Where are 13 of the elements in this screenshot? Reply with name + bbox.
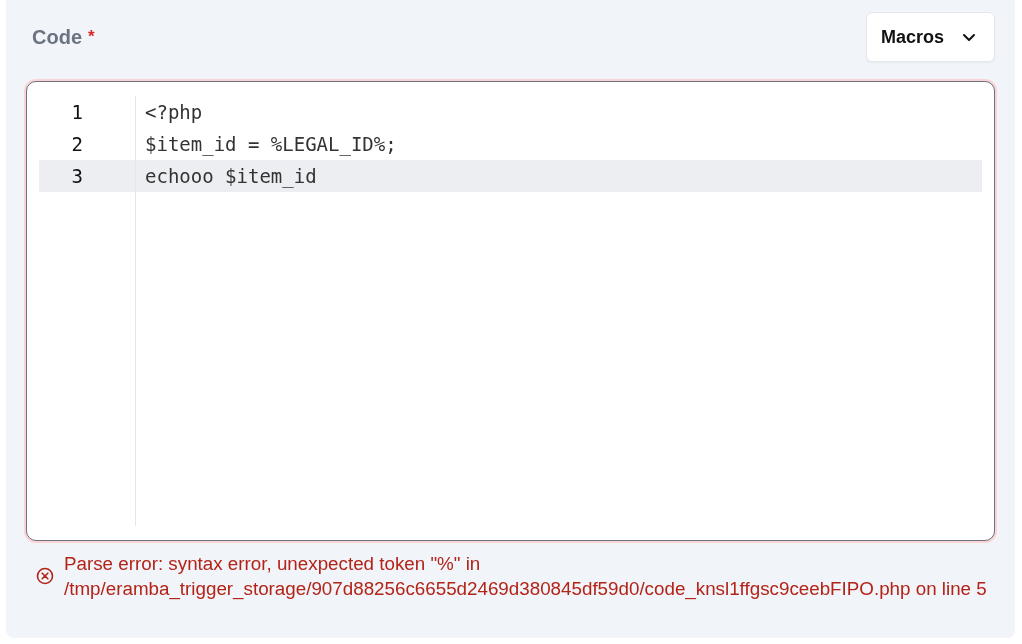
code-editor[interactable]: 1 <?php 2 $item_id = %LEGAL_ID%; 3 echooo $item_id [26,81,995,541]
field-label: Code [32,25,82,49]
error-icon [36,567,54,585]
line-number: 1 [70,101,83,123]
macros-dropdown[interactable]: Macros [865,12,995,62]
code-text: <?php [145,101,203,123]
line-number: 2 [70,133,83,155]
chevron-down-icon [962,32,976,42]
required-mark: * [88,27,95,47]
error-message: Parse error: syntax error, unexpected token "%" in /tmp/eramba_trigger_storage/907d88256c6655d2469d380845df59d0/code_knsl1ffgsc9ceebFIPO.php on line 5 [64,552,988,601]
code-text: $item_id = %LEGAL_ID%; [145,133,397,155]
line-number: 3 [70,165,83,187]
code-text: echooo $item_id [145,165,317,187]
